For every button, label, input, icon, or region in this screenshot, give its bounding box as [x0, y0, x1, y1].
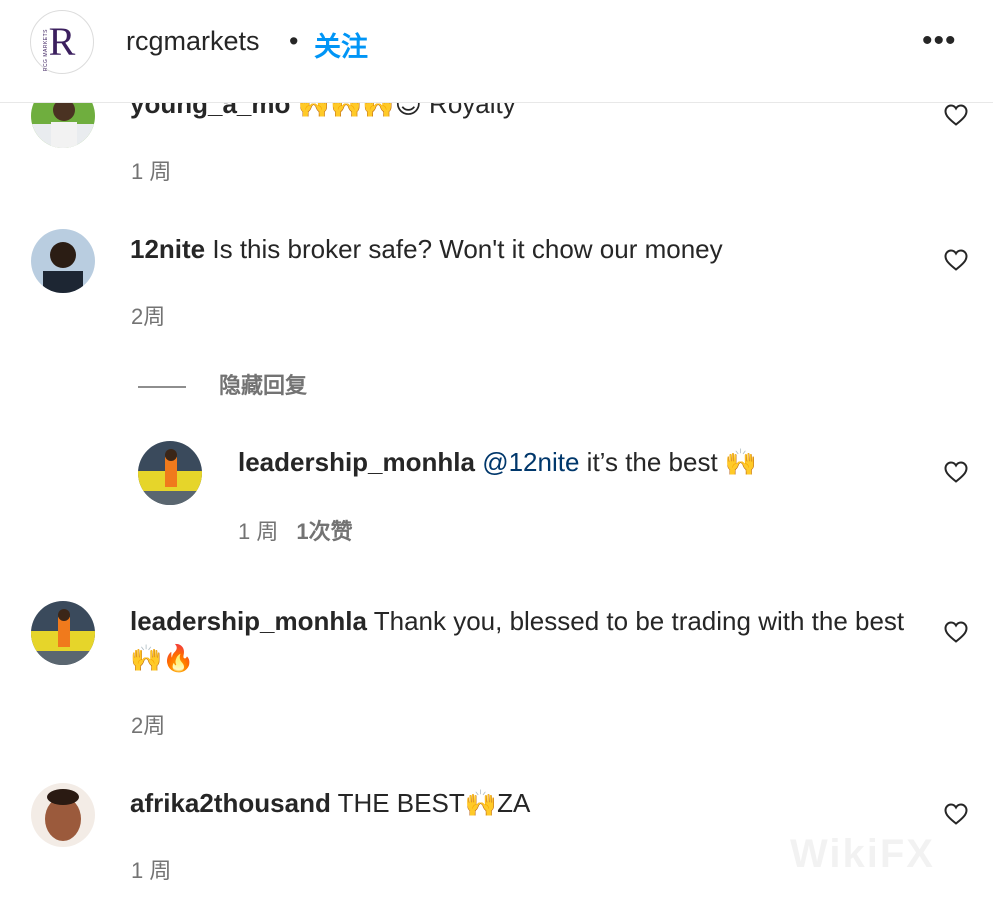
- reply-body: it’s the best 🙌: [579, 447, 758, 477]
- reply-username[interactable]: leadership_monhla: [238, 447, 475, 477]
- watermark: WikiFX: [790, 832, 935, 876]
- comment-username[interactable]: 12nite: [130, 234, 205, 264]
- more-options-icon[interactable]: •••: [922, 24, 957, 58]
- comment-username[interactable]: leadership_monhla: [130, 606, 367, 636]
- comment-text: 12nite Is this broker safe? Won't it cho…: [130, 231, 920, 268]
- heart-icon[interactable]: [944, 249, 968, 271]
- heart-icon[interactable]: [944, 104, 968, 126]
- reply-text: leadership_monhla @12nite it’s the best …: [238, 444, 918, 481]
- follow-button[interactable]: 关注: [314, 25, 368, 64]
- heart-icon[interactable]: [944, 803, 968, 825]
- logo-letter: R: [48, 19, 76, 64]
- comment-time: 2周: [131, 713, 166, 738]
- comment-body: Is this broker safe? Won't it chow our m…: [205, 234, 723, 264]
- comment-time: 2周: [131, 304, 166, 329]
- reply-meta: 1 周 1次赞: [238, 514, 353, 546]
- mention-link[interactable]: @12nite: [482, 447, 579, 477]
- heart-icon[interactable]: [944, 461, 968, 483]
- separator-dot: •: [289, 26, 299, 56]
- comment-username[interactable]: afrika2thousand: [130, 788, 331, 818]
- avatar[interactable]: [138, 441, 202, 505]
- post-header: RCG MARKETS R rcgmarkets • 关注 •••: [0, 0, 993, 103]
- reply-likes-count[interactable]: 1次赞: [296, 519, 352, 544]
- comment-time: 1 周: [131, 858, 172, 883]
- avatar[interactable]: [31, 783, 95, 847]
- comment-text: leadership_monhla Thank you, blessed to …: [130, 603, 920, 677]
- comment-time: 1 周: [131, 159, 172, 184]
- hide-replies-label: 隐藏回复: [219, 373, 308, 398]
- divider-line: [138, 386, 186, 389]
- avatar[interactable]: [31, 601, 95, 665]
- account-name[interactable]: rcgmarkets: [126, 26, 260, 57]
- account-avatar[interactable]: RCG MARKETS R: [30, 10, 94, 74]
- hide-replies-button[interactable]: 隐藏回复: [138, 368, 307, 400]
- reply-time: 1 周: [238, 519, 279, 544]
- comment-body: THE BEST🙌ZA: [330, 788, 531, 818]
- comment-text: afrika2thousand THE BEST🙌ZA: [130, 785, 920, 822]
- logo-side-text: RCG MARKETS: [43, 29, 49, 72]
- heart-icon[interactable]: [944, 621, 968, 643]
- avatar[interactable]: [31, 229, 95, 293]
